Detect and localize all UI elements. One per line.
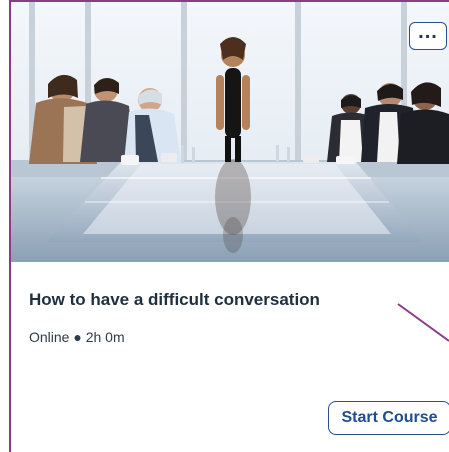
course-hero-image: ... xyxy=(11,2,449,262)
more-options-button[interactable]: ... xyxy=(409,22,447,50)
course-card[interactable]: ... How to have a difficult conversation… xyxy=(9,0,449,452)
course-content: How to have a difficult conversation Onl… xyxy=(11,262,449,452)
course-meta: Online ● 2h 0m xyxy=(29,329,125,345)
meeting-illustration xyxy=(11,2,449,262)
course-title: How to have a difficult conversation xyxy=(29,290,320,309)
start-course-button[interactable]: Start Course xyxy=(328,401,449,435)
more-icon: ... xyxy=(418,21,438,43)
